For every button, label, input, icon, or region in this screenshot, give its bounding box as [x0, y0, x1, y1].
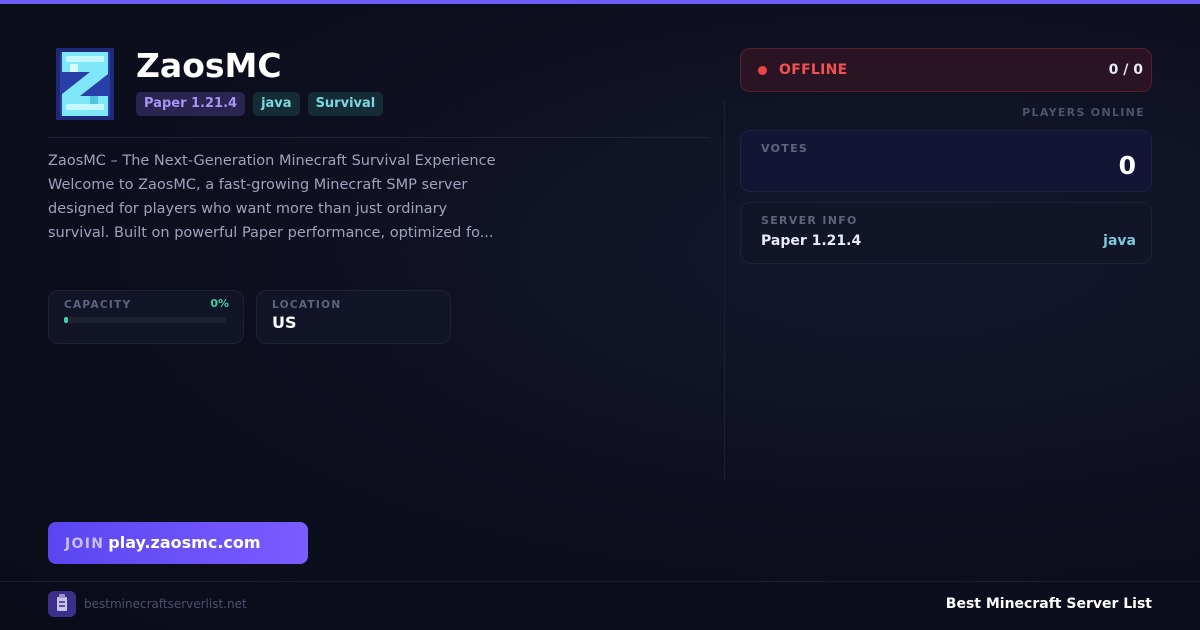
server-list-logo-icon [48, 591, 76, 617]
status-badge: OFFLINE 0 / 0 [740, 48, 1152, 92]
join-button[interactable]: JOIN play.zaosmc.com [48, 522, 308, 564]
footer-divider [0, 581, 1200, 582]
capacity-card: CAPACITY 0% [48, 290, 244, 344]
status-dot-icon [758, 66, 767, 75]
join-prefix: JOIN [65, 536, 105, 552]
location-value: US [272, 313, 297, 332]
player-count: 0 / 0 [1108, 62, 1143, 78]
server-address: play.zaosmc.com [108, 533, 261, 552]
server-edition: java [1103, 233, 1136, 249]
players-online-label: PLAYERS ONLINE [1022, 106, 1145, 119]
server-tags: Paper 1.21.4 java Survival [136, 92, 384, 116]
capacity-label: CAPACITY [64, 299, 132, 311]
server-logo-icon [56, 48, 114, 120]
server-info-label: SERVER INFO [761, 214, 858, 227]
server-description: ZaosMC – The Next-Generation Minecraft S… [48, 153, 496, 241]
accent-top-bar [0, 0, 1200, 4]
server-title: ZaosMC [136, 46, 282, 85]
capacity-bar-fill [64, 317, 68, 323]
header-divider [48, 137, 710, 138]
server-software: Paper 1.21.4 [761, 233, 862, 249]
votes-label: VOTES [761, 142, 809, 155]
votes-value: 0 [1118, 151, 1136, 180]
capacity-percent: 0% [210, 297, 229, 310]
tag-software: Paper 1.21.4 [136, 92, 246, 116]
server-info-card: SERVER INFO Paper 1.21.4 java [740, 202, 1152, 264]
location-label: LOCATION [272, 299, 342, 311]
location-card: LOCATION US [256, 290, 451, 344]
votes-card: VOTES 0 [740, 130, 1152, 192]
column-divider [724, 100, 725, 480]
footer-brand: Best Minecraft Server List [945, 596, 1152, 612]
footer-site-link[interactable]: bestminecraftserverlist.net [84, 597, 247, 611]
tag-gamemode: Survival [307, 92, 384, 116]
capacity-bar [64, 317, 226, 323]
tag-edition: java [253, 92, 300, 116]
status-text: OFFLINE [779, 62, 848, 78]
